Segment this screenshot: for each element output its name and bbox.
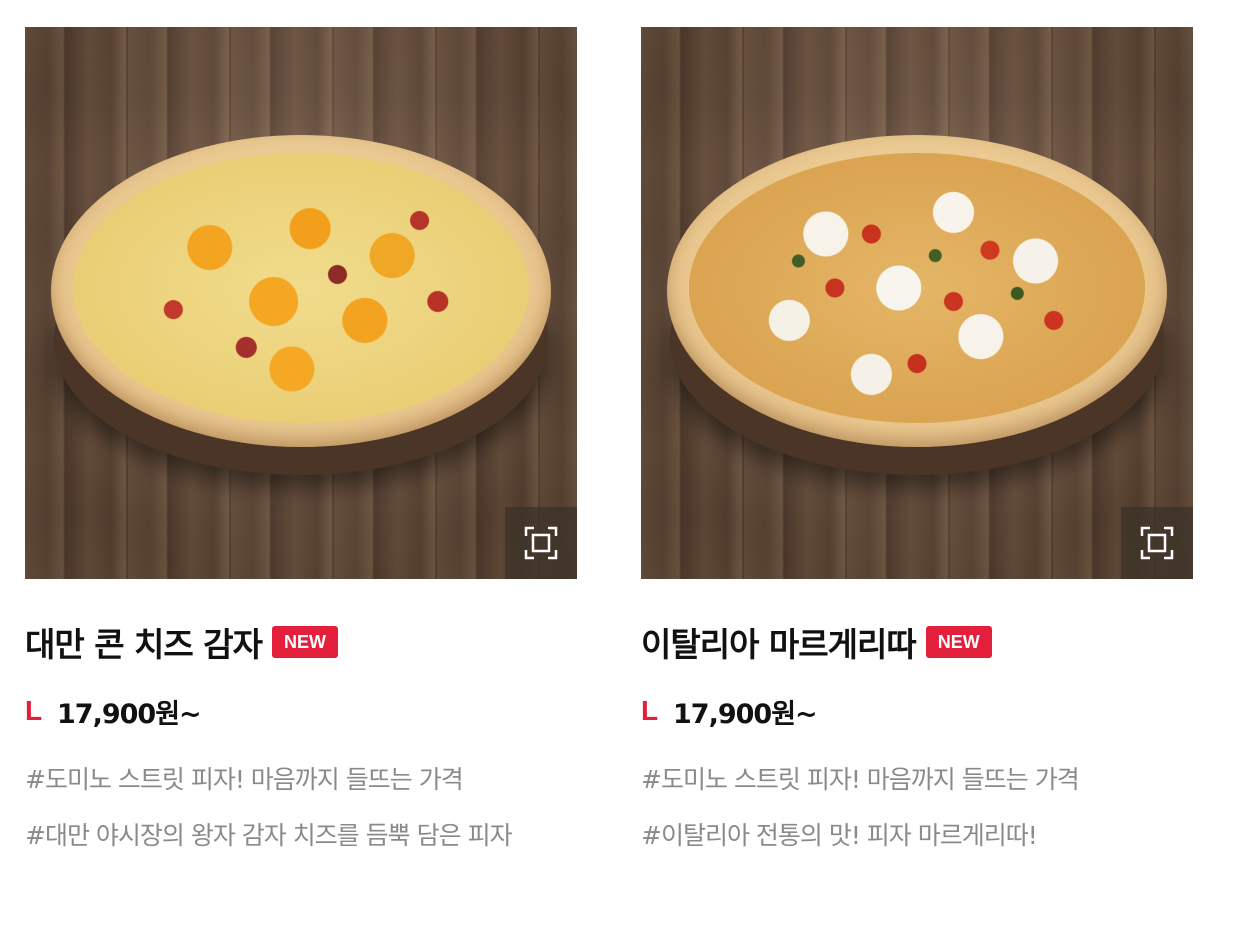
hashtag-line: #도미노 스트릿 피자! 마음까지 들뜨는 가격 bbox=[641, 765, 1080, 794]
hashtag-line: #대만 야시장의 왕자 감자 치즈를 듬뿍 담은 피자 bbox=[25, 821, 513, 850]
pizza-image bbox=[667, 135, 1167, 447]
hashtag-line: #이탈리아 전통의 맛! 피자 마르게리따! bbox=[641, 821, 1038, 850]
product-image[interactable] bbox=[641, 27, 1193, 579]
product-name[interactable]: 대만 콘 치즈 감자 bbox=[25, 618, 263, 666]
new-badge: NEW bbox=[925, 626, 992, 658]
tag-list: #도미노 스트릿 피자! 마음까지 들뜨는 가격 #이탈리아 전통의 맛! 피자… bbox=[641, 752, 1193, 864]
price-value: 17,900원~ bbox=[673, 698, 818, 730]
pizza-toppings bbox=[73, 153, 529, 423]
zoom-button[interactable] bbox=[505, 507, 577, 579]
product-title-row: 대만 콘 치즈 감자 NEW bbox=[25, 622, 577, 664]
hashtag-line: #도미노 스트릿 피자! 마음까지 들뜨는 가격 bbox=[25, 765, 464, 794]
product-image[interactable] bbox=[25, 27, 577, 579]
zoom-button[interactable] bbox=[1121, 507, 1193, 579]
price-row: L 17,900원~ bbox=[641, 694, 1193, 730]
expand-icon bbox=[1140, 526, 1174, 560]
tag-list: #도미노 스트릿 피자! 마음까지 들뜨는 가격 #대만 야시장의 왕자 감자 … bbox=[25, 752, 577, 864]
price-value: 17,900원~ bbox=[57, 698, 202, 730]
product-name[interactable]: 이탈리아 마르게리따 bbox=[641, 618, 917, 666]
pizza-image bbox=[51, 135, 551, 447]
product-title-row: 이탈리아 마르게리따 NEW bbox=[641, 622, 1193, 664]
pizza-toppings bbox=[689, 153, 1145, 423]
product-card[interactable]: 이탈리아 마르게리따 NEW L 17,900원~ #도미노 스트릿 피자! 마… bbox=[641, 27, 1193, 864]
new-badge: NEW bbox=[272, 626, 338, 658]
product-card[interactable]: 대만 콘 치즈 감자 NEW L 17,900원~ #도미노 스트릿 피자! 마… bbox=[25, 27, 577, 864]
price-row: L 17,900원~ bbox=[25, 694, 577, 730]
size-label: L bbox=[25, 695, 43, 726]
expand-icon bbox=[524, 526, 558, 560]
size-label: L bbox=[641, 695, 659, 726]
